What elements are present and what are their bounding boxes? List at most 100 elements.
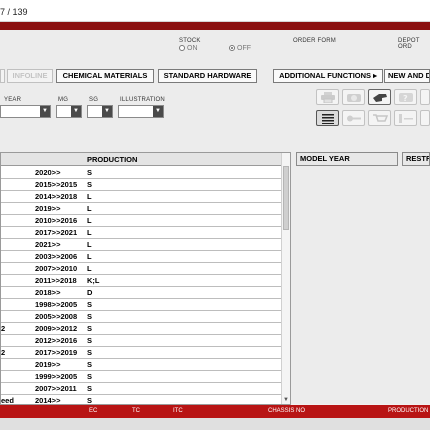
- tab-hidden[interactable]: [0, 69, 5, 83]
- table-row[interactable]: 2015>>2015 S: [1, 179, 282, 191]
- year-dropdown[interactable]: ▼: [0, 105, 51, 118]
- row-model-year: 2017>>2021: [35, 228, 78, 237]
- row-model-year: 2011>>2018: [35, 276, 77, 285]
- table-row[interactable]: 1999>>2005 S: [1, 371, 282, 383]
- list-icon: [322, 114, 334, 124]
- list-view-button[interactable]: [316, 110, 339, 126]
- sg-label: SG: [89, 97, 99, 103]
- illustration-dropdown[interactable]: ▼: [118, 105, 164, 118]
- row-model-year: 2007>>2010: [35, 264, 78, 273]
- table-row[interactable]: 2007>>2010 L: [1, 263, 282, 275]
- row-model-year: 2019>>: [35, 360, 61, 369]
- svg-text:?: ?: [403, 94, 408, 103]
- remove-button[interactable]: [394, 110, 417, 126]
- row-production: L: [87, 216, 92, 225]
- row-description: eed: [1, 396, 14, 405]
- table-row[interactable]: 1998>>2005 S: [1, 299, 282, 311]
- row-production: L: [87, 228, 92, 237]
- scroll-down-icon[interactable]: ▼: [283, 397, 289, 403]
- row-production: S: [87, 312, 93, 321]
- help-button[interactable]: ?: [394, 89, 417, 105]
- status-bar: EC TC ITC CHASSIS NO PRODUCTION: [0, 405, 430, 418]
- table-row[interactable]: 2003>>2006 L: [1, 251, 282, 263]
- chevron-down-icon: ▼: [40, 106, 50, 117]
- footer-chassis-no: CHASSIS NO: [268, 408, 306, 414]
- table-row[interactable]: 2 2009>>2012 S: [1, 323, 282, 335]
- row-model-year: 1999>>2005: [35, 372, 78, 381]
- sg-dropdown[interactable]: ▼: [87, 105, 113, 118]
- row-production: S: [87, 180, 93, 189]
- hand-tool-button[interactable]: [368, 89, 391, 105]
- row-production: L: [87, 204, 92, 213]
- tab-infoline[interactable]: INFOLINE: [7, 69, 53, 83]
- parts-table: PRODUCTION 2020>> S 2015>>2015 S 2014>>2018 L…: [0, 152, 291, 405]
- table-row[interactable]: 2010>>2016 L: [1, 215, 282, 227]
- mg-dropdown[interactable]: ▼: [56, 105, 82, 118]
- radio-icon: [179, 45, 185, 51]
- table-row[interactable]: 2019>> S: [1, 359, 282, 371]
- row-production: S: [87, 168, 93, 177]
- tab-chemical-materials[interactable]: CHEMICAL MATERIALS: [56, 69, 154, 83]
- table-row[interactable]: 2019>> L: [1, 203, 282, 215]
- cart-button[interactable]: [368, 110, 391, 126]
- key-button[interactable]: [342, 110, 365, 126]
- window-title-bar: 7 / 139: [0, 0, 430, 22]
- table-scrollbar[interactable]: ▼: [281, 153, 290, 404]
- table-row[interactable]: 2018>> D: [1, 287, 282, 299]
- tab-additional-functions[interactable]: ADDITIONAL FUNCTIONS ▸: [273, 69, 383, 83]
- row-model-year: 2010>>2016: [35, 216, 78, 225]
- footer-tc: TC: [132, 408, 140, 414]
- tab-new-and[interactable]: NEW AND D: [384, 69, 430, 83]
- depot-order-label: DEPOT ORD: [398, 38, 420, 50]
- chevron-down-icon: ▼: [153, 106, 163, 117]
- stock-on-radio[interactable]: ON: [179, 45, 198, 52]
- help-icon: ?: [399, 93, 413, 103]
- tab-standard-hardware[interactable]: STANDARD HARDWARE: [158, 69, 257, 83]
- row-model-year: 2019>>: [35, 204, 61, 213]
- row-production: L: [87, 264, 92, 273]
- window-title: 7 / 139: [0, 7, 28, 17]
- table-row[interactable]: 2021>> L: [1, 239, 282, 251]
- row-model-year: 2021>>: [35, 240, 61, 249]
- row-model-year: 2014>>2018: [35, 192, 78, 201]
- row-model-year: 2015>>2015: [35, 180, 78, 189]
- table-row[interactable]: 2017>>2021 L: [1, 227, 282, 239]
- model-year-column-header[interactable]: MODEL YEAR: [296, 152, 398, 166]
- next-button[interactable]: [420, 89, 430, 105]
- scrollbar-thumb[interactable]: [283, 166, 289, 230]
- row-production: L: [87, 192, 92, 201]
- table-row[interactable]: 2020>> S: [1, 167, 282, 179]
- row-production: S: [87, 336, 93, 345]
- row-production: S: [87, 396, 93, 405]
- table-row[interactable]: 2011>>2018 K;L: [1, 275, 282, 287]
- chevron-down-icon: ▼: [102, 106, 112, 117]
- radio-selected-icon: [229, 45, 235, 51]
- more-button[interactable]: [420, 110, 430, 126]
- header-band: [0, 22, 430, 30]
- table-row[interactable]: 2007>>2011 S: [1, 383, 282, 395]
- camera-icon: [347, 94, 361, 102]
- table-row[interactable]: eed 2014>> S: [1, 395, 282, 405]
- row-production: L: [87, 240, 92, 249]
- row-model-year: 2007>>2011: [35, 384, 77, 393]
- footer-itc: ITC: [173, 408, 183, 414]
- illustration-label: ILLUSTRATION: [120, 97, 165, 103]
- stock-off-radio[interactable]: OFF: [229, 45, 251, 52]
- row-model-year: 1998>>2005: [35, 300, 78, 309]
- row-production: S: [87, 300, 93, 309]
- image-button[interactable]: [342, 89, 365, 105]
- table-row[interactable]: 2005>>2008 S: [1, 311, 282, 323]
- footer-production: PRODUCTION: [388, 408, 429, 414]
- table-row[interactable]: 2014>>2018 L: [1, 191, 282, 203]
- row-model-year: 2005>>2008: [35, 312, 78, 321]
- mg-label: MG: [58, 97, 69, 103]
- row-model-year: 2017>>2019: [35, 348, 78, 357]
- row-production: S: [87, 360, 93, 369]
- row-description: 2: [1, 324, 6, 333]
- row-production: L: [87, 252, 92, 261]
- table-row[interactable]: 2 2017>>2019 S: [1, 347, 282, 359]
- table-row[interactable]: 2012>>2016 S: [1, 335, 282, 347]
- production-column-header[interactable]: PRODUCTION: [87, 155, 137, 164]
- restriction-column-header[interactable]: RESTR: [402, 152, 430, 166]
- print-button[interactable]: [316, 89, 339, 105]
